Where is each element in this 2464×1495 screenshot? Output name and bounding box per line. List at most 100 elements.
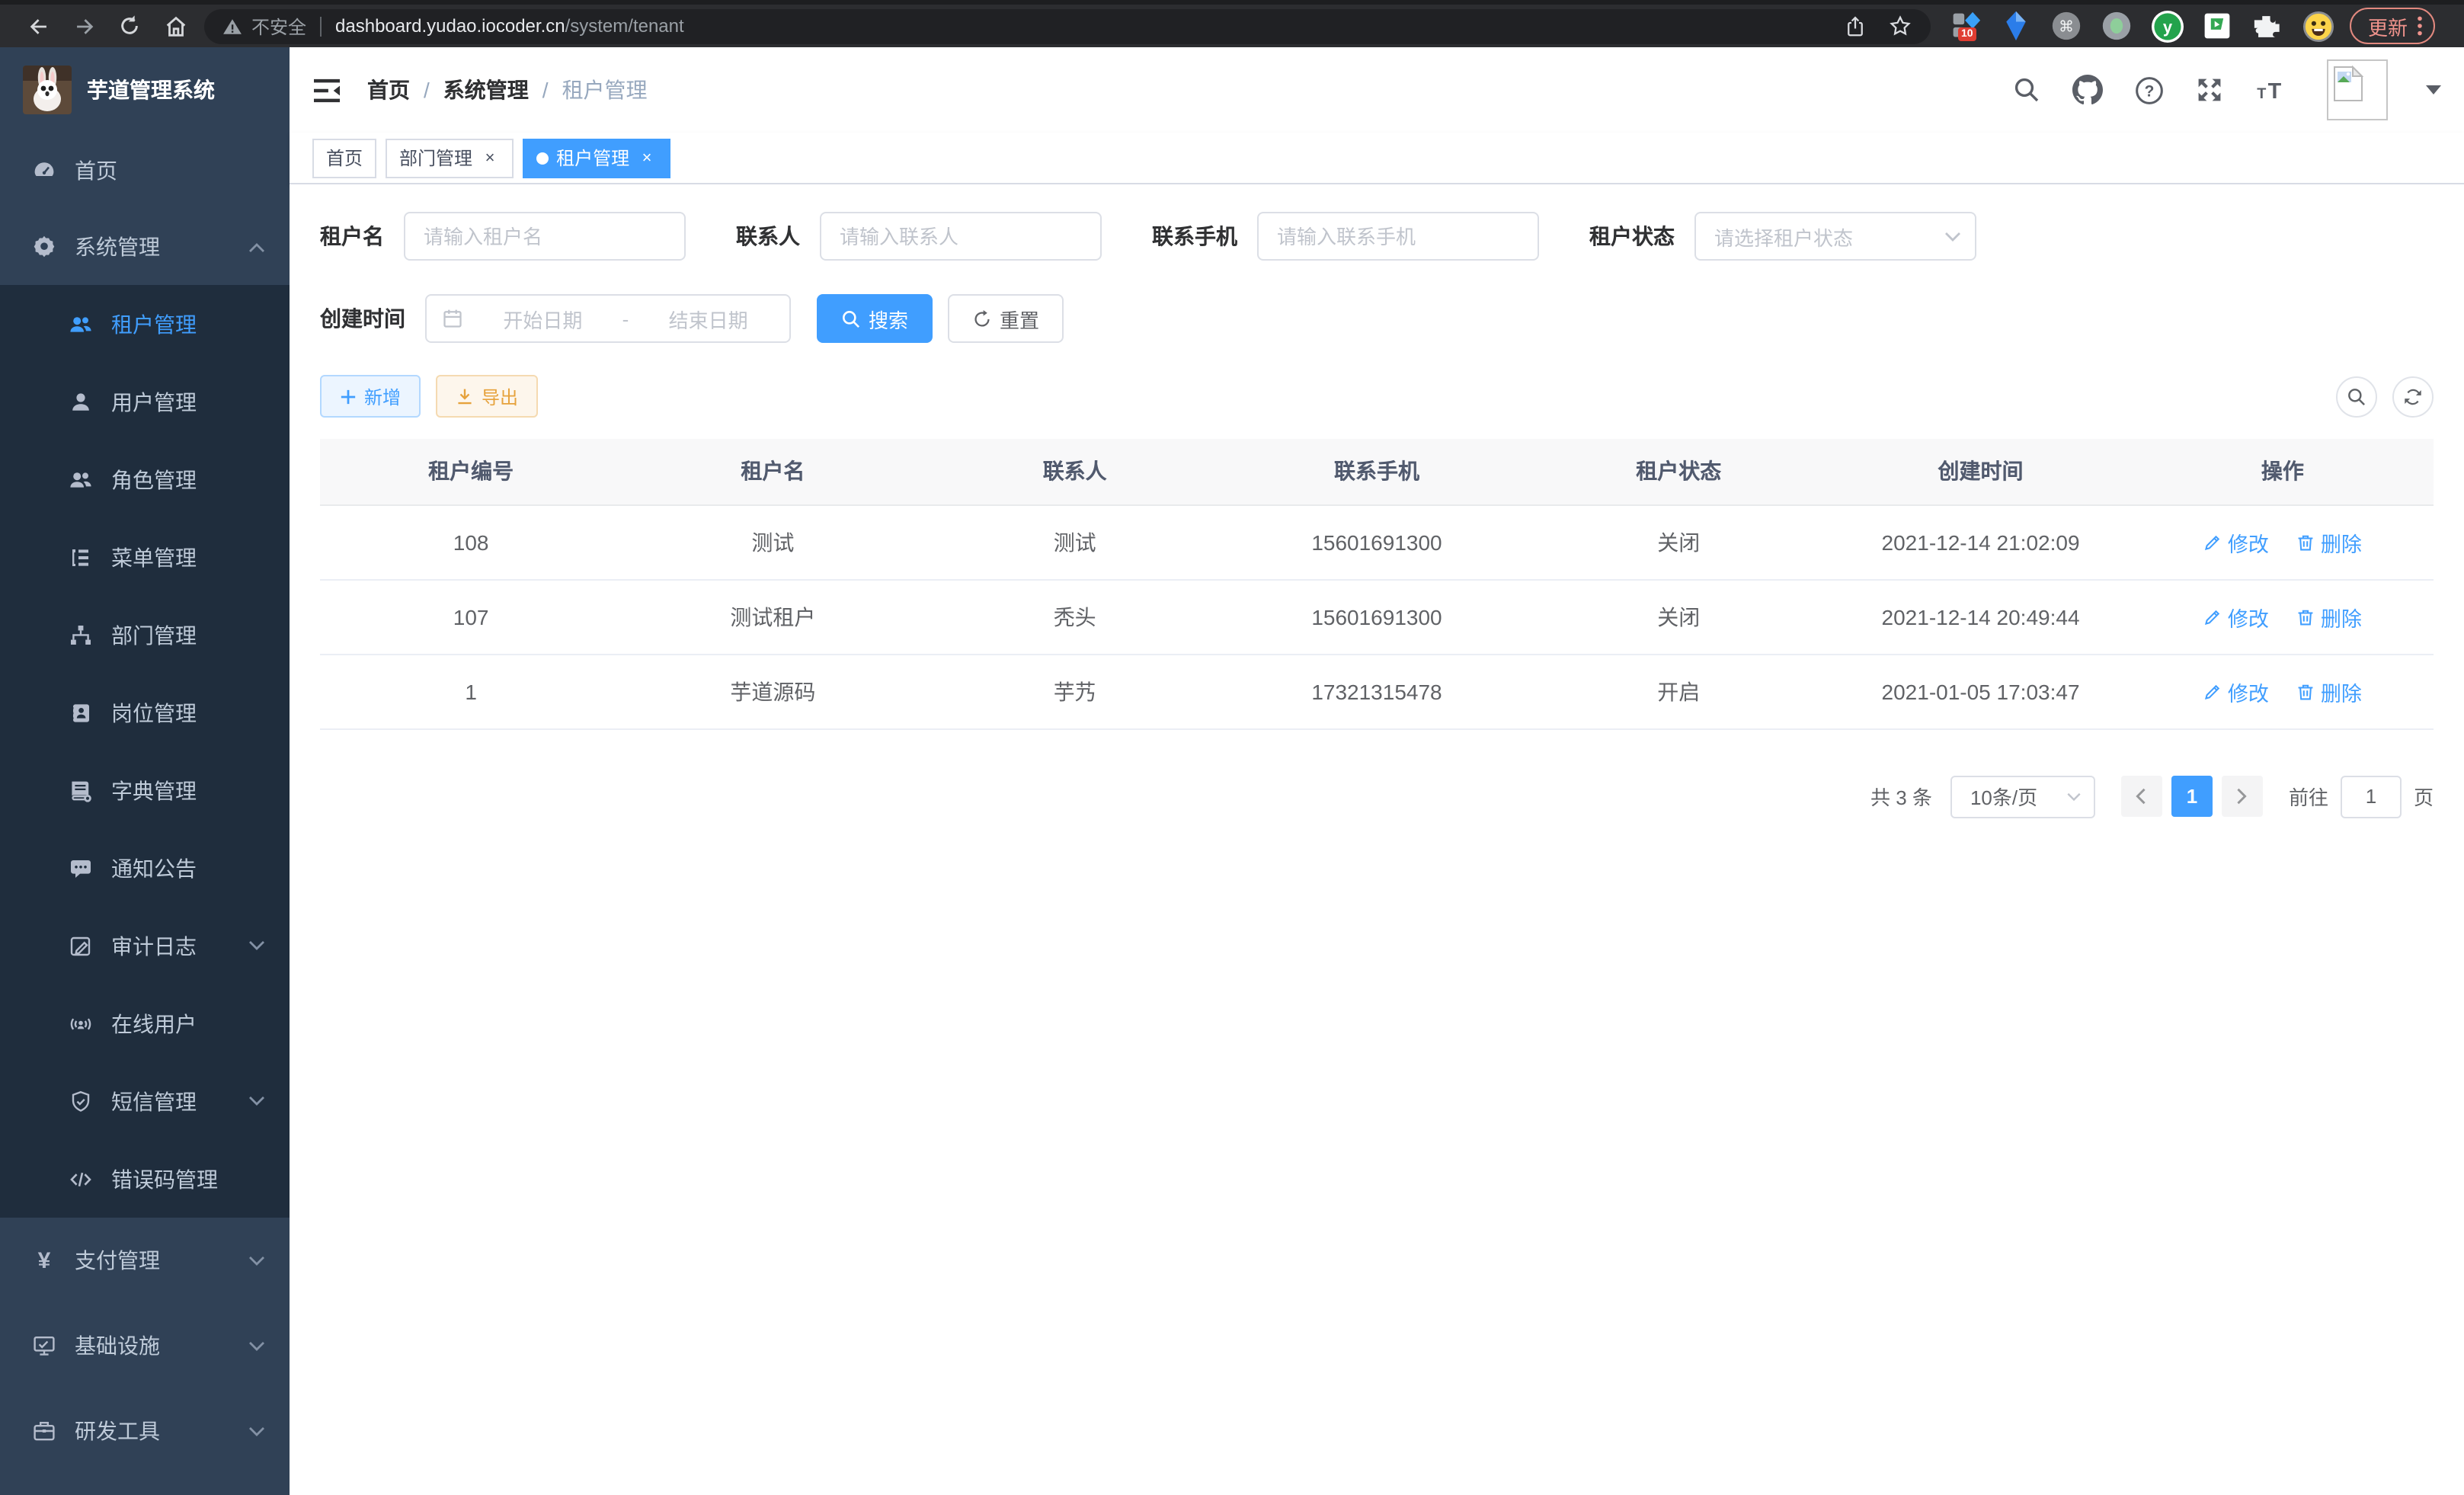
reset-button[interactable]: 重置 <box>948 294 1064 343</box>
edit-link[interactable]: 修改 <box>2203 676 2269 706</box>
sidebar-item-user[interactable]: 用户管理 <box>0 363 290 440</box>
sidebar-item-pay[interactable]: ¥ 支付管理 <box>0 1218 290 1303</box>
status-label: 租户状态 <box>1589 221 1675 251</box>
sidebar-item-post[interactable]: 岗位管理 <box>0 674 290 751</box>
sidebar-item-home[interactable]: 首页 <box>0 133 290 209</box>
contact-input[interactable] <box>820 212 1102 261</box>
back-icon[interactable] <box>15 6 61 46</box>
extensions-puzzle-icon[interactable] <box>2251 9 2284 43</box>
table-row: 108 测试 测试 15601691300 关闭 2021-12-14 21:0… <box>320 504 2434 579</box>
tab-label: 部门管理 <box>399 145 472 171</box>
sidebar-item-notice[interactable]: 通知公告 <box>0 829 290 907</box>
create-time-range-picker[interactable]: 开始日期 - 结束日期 <box>425 294 791 343</box>
sidebar-collapse-icon[interactable] <box>312 77 341 103</box>
fullscreen-icon[interactable] <box>2196 76 2223 104</box>
refresh-table-button[interactable] <box>2392 376 2434 417</box>
security-warning-label[interactable]: 不安全 <box>251 13 306 39</box>
app-logo-rabbit-image <box>23 66 72 114</box>
sidebar-item-dict[interactable]: 字典管理 <box>0 751 290 829</box>
extension-kite-icon[interactable] <box>1999 9 2033 43</box>
extensions-row: 10 ⌘ y <box>1949 9 2334 43</box>
reload-icon[interactable] <box>107 6 152 46</box>
trash-icon <box>2296 607 2315 626</box>
sidebar-item-error-code[interactable]: 错误码管理 <box>0 1140 290 1218</box>
edit-pencil-icon <box>2203 607 2222 626</box>
sidebar-item-audit-log[interactable]: 审计日志 <box>0 907 290 984</box>
avatar[interactable] <box>2327 59 2388 120</box>
sidebar-item-sms[interactable]: 短信管理 <box>0 1062 290 1140</box>
delete-link-label: 删除 <box>2321 601 2362 632</box>
sidebar-item-role[interactable]: 角色管理 <box>0 440 290 518</box>
profile-avatar-icon[interactable] <box>2301 9 2334 43</box>
tab-home[interactable]: 首页 <box>312 138 376 178</box>
sidebar-item-devtools[interactable]: 研发工具 <box>0 1388 290 1474</box>
svg-text:y: y <box>2162 17 2172 36</box>
help-icon[interactable]: ? <box>2135 75 2164 104</box>
mobile-input[interactable] <box>1257 212 1539 261</box>
sidebar-item-menu[interactable]: 菜单管理 <box>0 518 290 596</box>
breadcrumb-system[interactable]: 系统管理 <box>443 75 529 105</box>
sidebar-item-label: 在线用户 <box>111 1008 197 1039</box>
sidebar-item-tenant[interactable]: 租户管理 <box>0 285 290 363</box>
search-icon <box>841 309 861 328</box>
delete-link[interactable]: 删除 <box>2296 527 2362 557</box>
refresh-icon <box>972 309 992 328</box>
delete-link[interactable]: 删除 <box>2296 601 2362 632</box>
extension-notes-icon[interactable] <box>2200 9 2234 43</box>
font-size-icon[interactable]: TT <box>2255 76 2289 104</box>
user-menu-caret-icon[interactable] <box>2426 85 2441 94</box>
breadcrumb-home[interactable]: 首页 <box>367 75 410 105</box>
sidebar-item-system[interactable]: 系统管理 <box>0 209 290 285</box>
bookmark-star-icon[interactable] <box>1888 14 1912 38</box>
github-icon[interactable] <box>2072 75 2103 105</box>
delete-link[interactable]: 删除 <box>2296 676 2362 706</box>
extension-y-icon[interactable]: y <box>2150 9 2184 43</box>
url-path[interactable]: /system/tenant <box>565 15 684 37</box>
goto-page-input[interactable] <box>2341 775 2402 818</box>
share-icon[interactable] <box>1844 14 1867 37</box>
breadcrumb-separator: / <box>542 78 549 102</box>
page-size-select[interactable]: 10条/页 <box>1950 775 2095 818</box>
sidebar-item-label: 系统管理 <box>75 232 160 262</box>
cell-contact: 芋艿 <box>924 654 1226 728</box>
edit-link[interactable]: 修改 <box>2203 527 2269 557</box>
sidebar-item-online-users[interactable]: 在线用户 <box>0 984 290 1062</box>
column-header: 联系手机 <box>1226 439 1528 504</box>
cell-actions: 修改删除 <box>2132 504 2434 579</box>
tenant-name-input[interactable] <box>404 212 686 261</box>
add-button[interactable]: 新增 <box>320 375 421 418</box>
close-icon[interactable] <box>480 148 500 168</box>
export-button[interactable]: 导出 <box>436 375 538 418</box>
tab-dept[interactable]: 部门管理 <box>386 138 514 178</box>
sidebar-item-dept[interactable]: 部门管理 <box>0 596 290 674</box>
user-icon <box>69 389 93 414</box>
sidebar-item-infra[interactable]: 基础设施 <box>0 1303 290 1388</box>
header-search-icon[interactable] <box>2013 76 2040 104</box>
browser-update-button[interactable]: 更新 <box>2350 8 2435 44</box>
chevron-down-icon <box>248 1426 265 1436</box>
page-number-button[interactable]: 1 <box>2171 776 2213 817</box>
extension-grid-icon[interactable]: 10 <box>1949 9 1982 43</box>
toggle-search-button[interactable] <box>2336 376 2377 417</box>
monitor-icon <box>32 1333 56 1358</box>
address-bar[interactable]: 不安全 dashboard.yudao.iocoder.cn/system/te… <box>204 8 1931 43</box>
security-warning-icon[interactable] <box>222 16 242 36</box>
edit-link[interactable]: 修改 <box>2203 601 2269 632</box>
search-button[interactable]: 搜索 <box>817 294 933 343</box>
close-icon[interactable] <box>637 148 657 168</box>
app-logo-row[interactable]: 芋道管理系统 <box>0 47 290 133</box>
prev-page-button[interactable] <box>2121 776 2162 817</box>
chevron-down-icon <box>248 1255 265 1266</box>
home-icon[interactable] <box>152 6 198 46</box>
next-page-button[interactable] <box>2222 776 2263 817</box>
tab-tenant[interactable]: 租户管理 <box>523 138 670 178</box>
extension-record-icon[interactable] <box>2100 9 2133 43</box>
forward-icon[interactable] <box>61 6 107 46</box>
kebab-menu-icon <box>2417 15 2423 37</box>
broken-image-icon <box>2333 66 2363 102</box>
status-select[interactable]: 请选择租户状态 <box>1694 212 1976 261</box>
sidebar-item-label: 通知公告 <box>111 853 197 883</box>
url-host[interactable]: dashboard.yudao.iocoder.cn <box>335 15 565 37</box>
edit-link-label: 修改 <box>2228 527 2269 557</box>
extension-command-icon[interactable]: ⌘ <box>2050 9 2083 43</box>
